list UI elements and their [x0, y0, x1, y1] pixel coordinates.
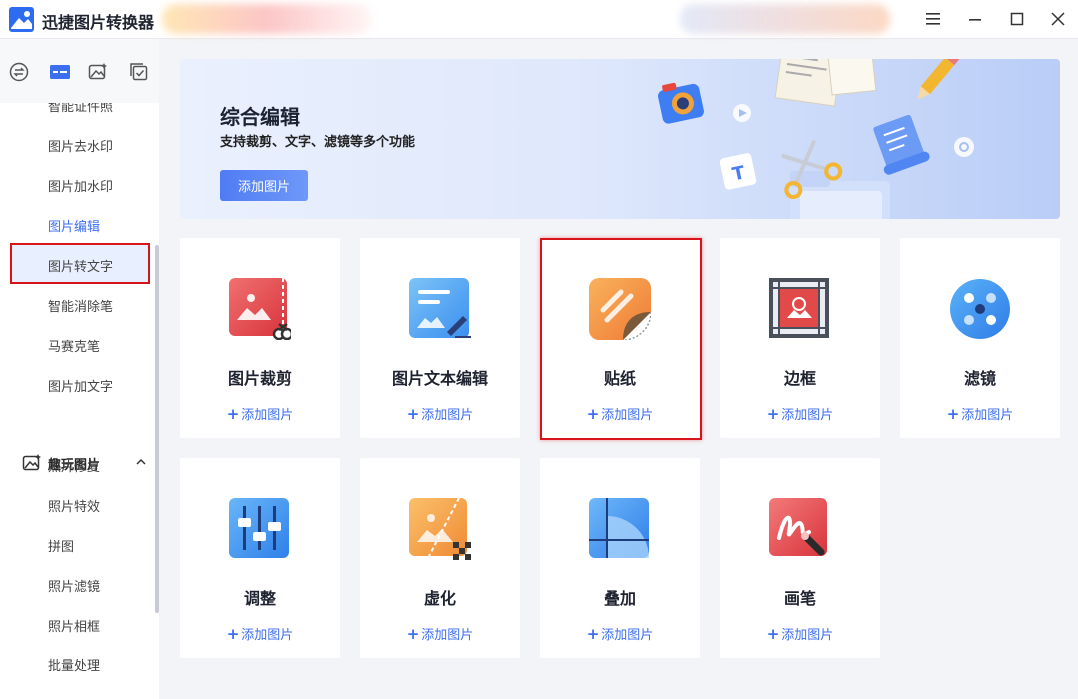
batch-check-icon: [130, 63, 148, 81]
close-button[interactable]: [1047, 8, 1069, 30]
plus-icon: +: [226, 625, 240, 643]
add-image-label: 添加图片: [781, 628, 834, 643]
plus-icon: +: [766, 405, 780, 423]
plus-icon: +: [226, 405, 240, 423]
tool-card-frame[interactable]: 边框 + 添加图片: [720, 238, 880, 438]
sidebar-item[interactable]: 照片滤镜: [48, 576, 100, 595]
add-image-label: 添加图片: [241, 408, 294, 423]
blurred-region: [162, 4, 372, 34]
add-image-link[interactable]: + 添加图片: [180, 404, 340, 423]
add-image-label: 添加图片: [961, 408, 1014, 423]
sidebar-tab-convert[interactable]: [8, 61, 30, 83]
tool-card-blur[interactable]: 虚化 + 添加图片: [360, 458, 520, 658]
plus-icon: +: [766, 625, 780, 643]
tool-card-text-edit[interactable]: 图片文本编辑 + 添加图片: [360, 238, 520, 438]
sidebar-tab-fun-images[interactable]: [87, 61, 109, 83]
tool-card-overlay[interactable]: 叠加 + 添加图片: [540, 458, 700, 658]
minimize-icon: [969, 19, 981, 21]
tool-card-adjust[interactable]: 调整 + 添加图片: [180, 458, 340, 658]
tool-card-title: 画笔: [783, 589, 816, 608]
overlay-icon: [589, 498, 651, 560]
sidebar-item[interactable]: 图片去水印: [48, 136, 113, 155]
app-title: 迅捷图片转换器: [42, 13, 155, 32]
blurred-region: [680, 4, 890, 34]
sidebar-item[interactable]: 马赛克笔: [48, 336, 100, 355]
close-icon: [1051, 12, 1065, 26]
sidebar-tabs: [0, 39, 159, 103]
add-image-link[interactable]: + 添加图片: [720, 404, 880, 423]
sidebar-item[interactable]: 照片相框: [48, 616, 100, 635]
tool-card-title: 调整: [243, 589, 276, 608]
maximize-button[interactable]: [1006, 8, 1028, 30]
menu-icon: [926, 13, 940, 25]
banner-subtitle: 支持裁剪、文字、滤镜等多个功能: [220, 135, 416, 150]
sidebar-item[interactable]: 照片修复: [48, 456, 100, 475]
maximize-icon: [1010, 12, 1024, 26]
sidebar-item[interactable]: 图片加文字: [48, 376, 113, 395]
add-image-link[interactable]: + 添加图片: [900, 404, 1060, 423]
add-image-label: 添加图片: [421, 628, 474, 643]
convert-icon: [9, 62, 29, 82]
tool-card-filter[interactable]: 滤镜 + 添加图片: [900, 238, 1060, 438]
filter-icon: [949, 278, 1011, 340]
sidebar-item[interactable]: 图片加水印: [48, 176, 113, 195]
tool-card-title: 图片裁剪: [227, 369, 292, 388]
add-image-link[interactable]: + 添加图片: [180, 624, 340, 643]
minimize-button[interactable]: [964, 8, 986, 30]
brush-icon: [769, 498, 831, 560]
edit-panel-icon: [50, 65, 70, 79]
sidebar-item[interactable]: 批量处理: [48, 655, 100, 674]
image-sparkle-icon: [88, 63, 107, 80]
menu-button[interactable]: [922, 8, 944, 30]
tool-card-title: 叠加: [603, 589, 636, 608]
banner-add-image-button[interactable]: 添加图片: [220, 170, 308, 201]
sidebar-tab-batch[interactable]: [128, 61, 150, 83]
plus-icon: +: [946, 405, 960, 423]
title-bar: 迅捷图片转换器: [0, 0, 1078, 39]
sidebar-item[interactable]: 智能消除笔: [48, 296, 113, 315]
add-image-label: 添加图片: [781, 408, 834, 423]
banner-title: 综合编辑: [220, 105, 300, 129]
crop-icon: [229, 278, 294, 341]
tool-card-title: 边框: [783, 369, 816, 388]
sidebar-scrollbar[interactable]: [155, 245, 159, 613]
tool-card-crop[interactable]: 图片裁剪 + 添加图片: [180, 238, 340, 438]
tool-card-title: 图片文本编辑: [391, 369, 488, 388]
tool-card-title: 滤镜: [963, 369, 996, 388]
app-logo-icon: [9, 7, 34, 32]
add-image-label: 添加图片: [601, 628, 654, 643]
sidebar-item[interactable]: 照片特效: [48, 496, 100, 515]
highlight-box-sticker-card: [540, 238, 702, 440]
image-sparkle-icon: [22, 454, 41, 471]
add-image-link[interactable]: + 添加图片: [540, 624, 700, 643]
add-image-label: 添加图片: [421, 408, 474, 423]
add-image-link[interactable]: + 添加图片: [360, 404, 520, 423]
plus-icon: +: [586, 625, 600, 643]
text-edit-icon: [409, 278, 471, 340]
banner-illustration: T: [658, 59, 974, 219]
frame-icon: [769, 278, 831, 340]
add-image-link[interactable]: + 添加图片: [720, 624, 880, 643]
tool-card-title: 虚化: [423, 589, 456, 608]
add-image-link[interactable]: + 添加图片: [360, 624, 520, 643]
add-image-label: 添加图片: [241, 628, 294, 643]
highlight-box-sidebar: [10, 243, 150, 284]
sidebar-item[interactable]: 图片编辑: [48, 216, 100, 235]
banner-comprehensive-edit: 综合编辑 支持裁剪、文字、滤镜等多个功能 添加图片 T: [180, 59, 1060, 219]
sidebar: 抠图换背景智能证件照图片去水印图片加水印图片编辑图片转文字智能消除笔马赛克笔图片…: [0, 39, 159, 699]
plus-icon: +: [406, 625, 420, 643]
sidebar-item[interactable]: 拼图: [48, 536, 74, 555]
plus-icon: +: [406, 405, 420, 423]
adjust-icon: [229, 498, 291, 560]
tool-card-brush[interactable]: 画笔 + 添加图片: [720, 458, 880, 658]
sidebar-tab-edit[interactable]: [49, 61, 71, 83]
blur-icon: [409, 497, 471, 561]
chevron-up-icon: [136, 458, 146, 465]
